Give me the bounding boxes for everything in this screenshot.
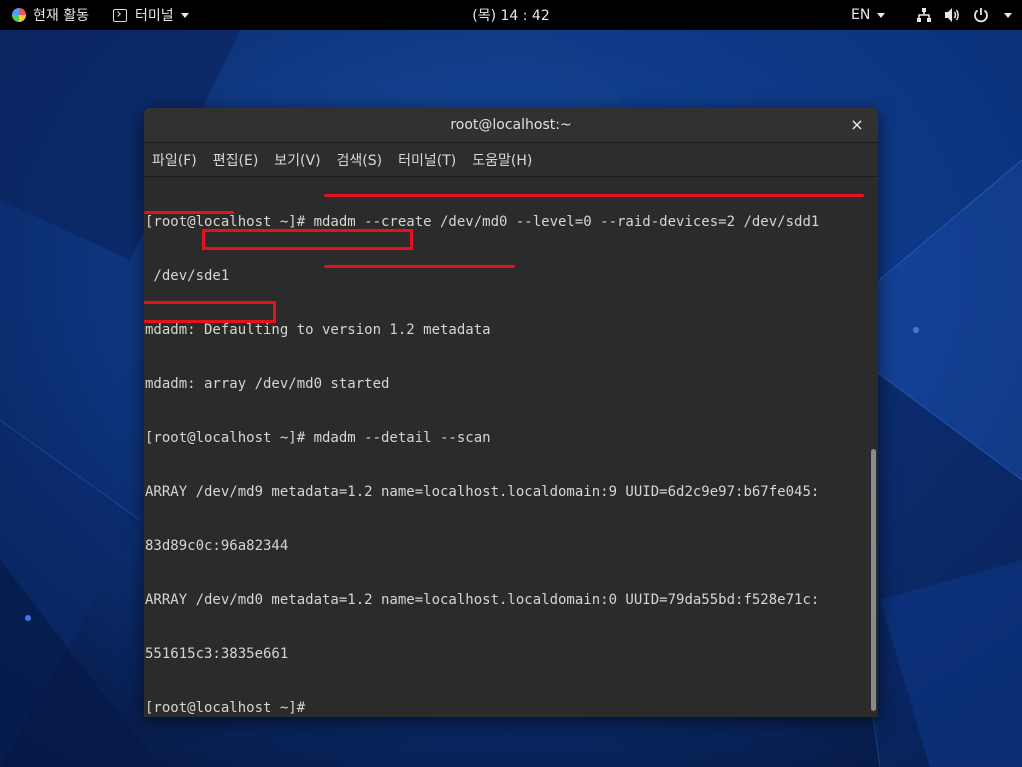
language-button[interactable]: EN (851, 0, 886, 30)
annotation-box (202, 229, 413, 250)
terminal-line: ARRAY /dev/md0 metadata=1.2 name=localho… (145, 592, 820, 608)
language-label: EN (851, 7, 871, 23)
menu-edit[interactable]: 편집(E) (205, 143, 267, 176)
annotation-underline (324, 194, 864, 197)
menu-search[interactable]: 검색(S) (329, 143, 391, 176)
top-bar: 현재 활동 터미널 (목) 14 : 42 EN (0, 0, 1022, 30)
window-titlebar[interactable]: root@localhost:~ × (144, 108, 878, 143)
activities-button[interactable]: 현재 활동 (12, 0, 89, 30)
system-status-menu[interactable] (916, 0, 1012, 30)
terminal-icon (113, 8, 127, 22)
annotation-underline (144, 211, 234, 214)
menu-terminal[interactable]: 터미널(T) (390, 143, 464, 176)
network-icon (916, 7, 932, 23)
terminal-line: mdadm: array /dev/md0 started (145, 376, 390, 392)
app-menu-button[interactable]: 터미널 (113, 0, 189, 30)
app-menu-label: 터미널 (135, 8, 174, 24)
power-icon (973, 7, 989, 23)
close-icon: × (850, 115, 864, 134)
annotation-box (144, 301, 276, 323)
clock[interactable]: (목) 14 : 42 (472, 5, 550, 25)
menu-help[interactable]: 도움말(H) (464, 143, 540, 176)
menu-bar: 파일(F) 편집(E) 보기(V) 검색(S) 터미널(T) 도움말(H) (144, 143, 878, 177)
menu-file[interactable]: 파일(F) (144, 143, 205, 176)
chevron-down-icon (1004, 12, 1012, 18)
terminal-prompt: [root@localhost ~]# (145, 700, 314, 716)
window-title: root@localhost:~ (450, 117, 572, 133)
terminal-text: [root@localhost ~]# mdadm --create /dev/… (145, 177, 819, 717)
terminal-line: 551615c3:3835e661 (145, 646, 289, 662)
scrollbar[interactable] (871, 449, 876, 711)
chevron-down-icon (180, 12, 189, 18)
chevron-down-icon (877, 12, 886, 18)
menu-view[interactable]: 보기(V) (266, 143, 328, 176)
activities-label: 현재 활동 (33, 8, 89, 24)
volume-icon (944, 7, 961, 23)
terminal-window: root@localhost:~ × 파일(F) 편집(E) 보기(V) 검색(… (144, 108, 878, 717)
terminal-line: 83d89c0c:96a82344 (145, 538, 289, 554)
terminal-output[interactable]: [root@localhost ~]# mdadm --create /dev/… (144, 177, 878, 717)
terminal-line: ARRAY /dev/md9 metadata=1.2 name=localho… (145, 484, 820, 500)
terminal-line: [root@localhost ~]# mdadm --detail --sca… (145, 430, 491, 446)
close-button[interactable]: × (848, 116, 866, 134)
activities-icon (12, 8, 26, 22)
annotation-underline (324, 265, 515, 268)
terminal-line: mdadm: Defaulting to version 1.2 metadat… (145, 322, 491, 338)
terminal-line: /dev/sde1 (145, 268, 230, 284)
